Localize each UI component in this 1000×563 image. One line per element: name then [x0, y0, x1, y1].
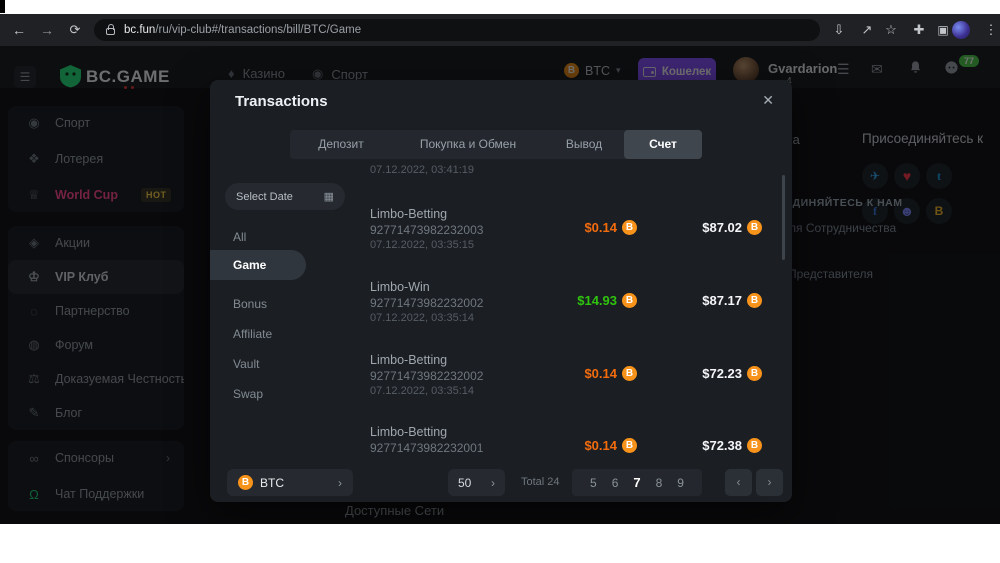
- txn-id: 92771473982232002: [370, 369, 483, 383]
- bookmark-star-icon[interactable]: ☆: [880, 14, 902, 46]
- filter-game[interactable]: Game: [210, 250, 306, 280]
- tab-withdraw[interactable]: Вывод: [544, 130, 624, 159]
- tab-deposit[interactable]: Депозит: [290, 130, 392, 159]
- page-number-active[interactable]: 7: [633, 475, 640, 490]
- total-count-label: Total 24: [521, 476, 560, 488]
- tab-bill[interactable]: Счет: [624, 130, 702, 159]
- url-text[interactable]: bc.fun/ru/vip-club#/transactions/bill/BT…: [124, 24, 361, 36]
- pagination-next-button[interactable]: ›: [756, 469, 783, 496]
- browser-menu-icon[interactable]: ⋮: [980, 14, 1000, 46]
- transaction-row: Limbo-Betting 92771473982232001 $0.14B $…: [370, 425, 770, 458]
- url-path: /ru/vip-club#/transactions/bill/BTC/Game: [155, 24, 361, 36]
- filter-bonus[interactable]: Bonus: [233, 297, 267, 311]
- url-domain: bc.fun: [124, 24, 155, 36]
- filter-vault[interactable]: Vault: [233, 357, 259, 371]
- screen-corner-notch: [0, 0, 5, 13]
- txn-change: $0.14B: [584, 220, 637, 235]
- txn-balance: $87.17B: [702, 293, 762, 308]
- txn-name: Limbo-Win: [370, 280, 430, 294]
- txn-id: 92771473982232002: [370, 296, 483, 310]
- page-viewport: ☰ BC.GAME ♦ Казино ◉ Спорт B BTC: [0, 46, 1000, 524]
- page-size-selector[interactable]: 50 ›: [448, 469, 505, 496]
- btc-coin-icon: B: [747, 220, 762, 235]
- page-size-value: 50: [458, 476, 471, 490]
- transaction-row: Limbo-Betting 92771473982232003 07.12.20…: [370, 207, 770, 269]
- txn-name: Limbo-Betting: [370, 425, 447, 439]
- filter-swap[interactable]: Swap: [233, 387, 263, 401]
- transactions-list: 07.12.2022, 03:41:19 Limbo-Betting 92771…: [370, 160, 770, 458]
- browser-profile-avatar[interactable]: [952, 21, 970, 39]
- transaction-row: Limbo-Betting 92771473982232002 07.12.20…: [370, 353, 770, 415]
- bottom-white-strip: [0, 524, 1000, 563]
- btc-coin-icon: B: [622, 438, 637, 453]
- browser-back-icon[interactable]: ←: [6, 14, 32, 46]
- btc-coin-icon: B: [622, 366, 637, 381]
- btc-coin-icon: B: [747, 438, 762, 453]
- browser-reload-icon[interactable]: ⟳: [62, 14, 88, 46]
- txn-id: 92771473982232003: [370, 223, 483, 237]
- txn-id: 92771473982232001: [370, 441, 483, 455]
- txn-balance: $72.38B: [702, 438, 762, 453]
- select-date-label: Select Date: [236, 191, 293, 203]
- tab-buy-swap[interactable]: Покупка и Обмен: [392, 130, 544, 159]
- chevron-right-icon: ›: [491, 476, 495, 490]
- lock-icon: [106, 28, 115, 35]
- txn-date: 07.12.2022, 03:35:14: [370, 312, 474, 324]
- share-icon[interactable]: ↗: [856, 14, 878, 46]
- scrollbar-thumb[interactable]: [782, 175, 785, 260]
- btc-coin-icon: B: [747, 366, 762, 381]
- txn-balance: $72.23B: [702, 366, 762, 381]
- filter-all[interactable]: All: [233, 230, 246, 244]
- modal-title: Transactions: [235, 93, 328, 110]
- btc-coin-icon: B: [622, 220, 637, 235]
- extensions-icon[interactable]: ✚: [908, 14, 930, 46]
- split-view-icon[interactable]: ▣: [932, 14, 954, 46]
- chevron-right-icon: ›: [338, 476, 342, 490]
- txn-change: $0.14B: [584, 366, 637, 381]
- install-icon[interactable]: ⇩: [828, 14, 850, 46]
- browser-toolbar: ← → ⟳ bc.fun/ru/vip-club#/transactions/b…: [0, 14, 1000, 46]
- browser-forward-icon[interactable]: →: [34, 14, 60, 46]
- footer-currency-selector[interactable]: B BTC ›: [227, 469, 353, 496]
- calendar-icon: ▦: [324, 190, 334, 203]
- transactions-tab-bar: Депозит Покупка и Обмен Вывод Счет: [290, 130, 702, 159]
- footer-currency-label: BTC: [260, 476, 284, 490]
- close-icon[interactable]: ✕: [762, 92, 774, 109]
- address-bar[interactable]: bc.fun/ru/vip-club#/transactions/bill/BT…: [94, 19, 820, 41]
- transactions-modal: Transactions ✕ Депозит Покупка и Обмен В…: [210, 80, 792, 502]
- page-number[interactable]: 9: [677, 476, 684, 490]
- txn-balance: $87.02B: [702, 220, 762, 235]
- transaction-row: Limbo-Win 92771473982232002 07.12.2022, …: [370, 280, 770, 342]
- txn-name: Limbo-Betting: [370, 353, 447, 367]
- page-number[interactable]: 5: [590, 476, 597, 490]
- filter-affiliate[interactable]: Affiliate: [233, 327, 272, 341]
- txn-date: 07.12.2022, 03:35:15: [370, 239, 474, 251]
- txn-change: $14.93B: [577, 293, 637, 308]
- txn-name: Limbo-Betting: [370, 207, 447, 221]
- btc-coin-icon: B: [622, 293, 637, 308]
- btc-coin-icon: B: [238, 475, 253, 490]
- pagination: 5 6 7 8 9: [572, 469, 702, 496]
- btc-coin-icon: B: [747, 293, 762, 308]
- select-date-button[interactable]: Select Date ▦: [225, 183, 345, 210]
- clipped-row-date: 07.12.2022, 03:41:19: [370, 164, 474, 176]
- page-number[interactable]: 8: [656, 476, 663, 490]
- txn-change: $0.14B: [584, 438, 637, 453]
- pagination-prev-button[interactable]: ‹: [725, 469, 752, 496]
- txn-date: 07.12.2022, 03:35:14: [370, 385, 474, 397]
- screen: ← → ⟳ bc.fun/ru/vip-club#/transactions/b…: [0, 0, 1000, 563]
- page-number[interactable]: 6: [612, 476, 619, 490]
